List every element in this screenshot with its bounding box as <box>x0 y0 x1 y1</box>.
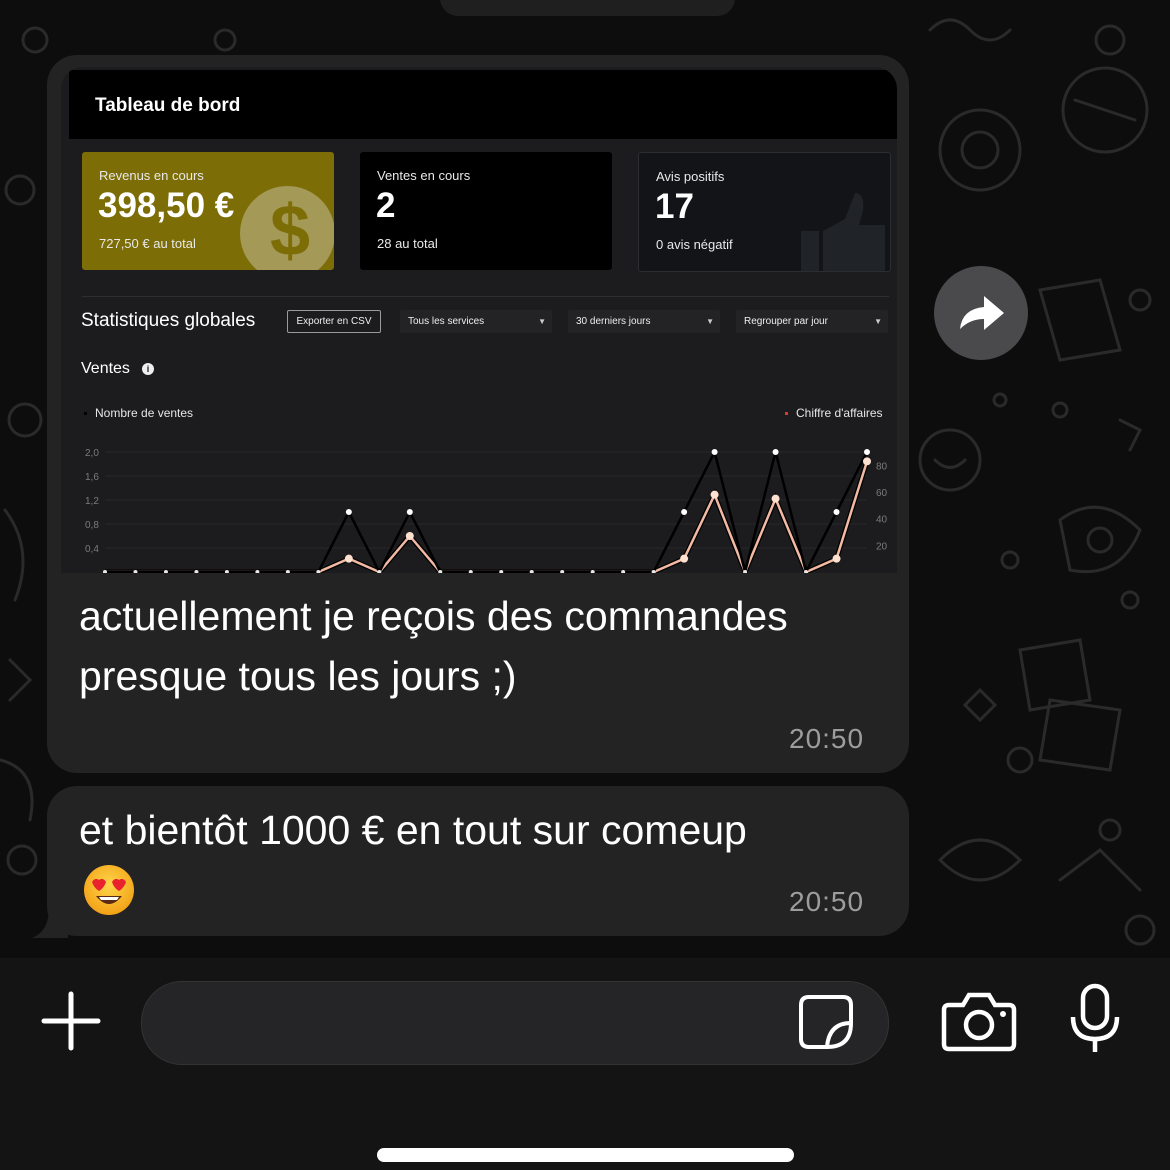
y-left-tick-label: 0,8 <box>85 520 99 531</box>
microphone-icon[interactable] <box>1067 983 1123 1055</box>
plus-icon[interactable] <box>38 988 104 1054</box>
y-right-tick-label: 80 <box>876 461 888 472</box>
sales-point <box>772 449 779 455</box>
sales-chart: 2,0 1,6 1,2 0,8 0,4 80 60 40 20 <box>85 448 888 573</box>
y-right-tick-label: 20 <box>876 541 888 552</box>
y-left-tick-label: 0,4 <box>85 544 99 555</box>
sales-point <box>833 509 840 515</box>
y-right-tick-label: 40 <box>876 515 888 526</box>
y-left-tick-label: 2,0 <box>85 448 99 459</box>
heart-eyes-emoji <box>84 865 134 915</box>
forward-button[interactable] <box>934 266 1028 360</box>
sales-point <box>711 449 718 455</box>
revenue-point <box>405 532 414 540</box>
y-left-tick-label: 1,2 <box>85 496 99 507</box>
forward-arrow-icon <box>960 296 1004 330</box>
date-pill <box>440 0 735 16</box>
home-indicator <box>377 1148 794 1162</box>
message-time-1: 20:50 <box>789 723 865 754</box>
revenue-point <box>710 490 719 499</box>
y-right-tick-label: 60 <box>876 488 888 499</box>
sticker-icon[interactable] <box>797 993 855 1051</box>
revenue-point <box>771 494 780 503</box>
message-input[interactable] <box>141 981 889 1065</box>
revenue-point <box>344 554 353 563</box>
message-text-2: et bientôt 1000 € en tout sur comeup <box>79 807 747 853</box>
sales-point <box>406 509 413 515</box>
revenue-point <box>680 554 689 563</box>
sales-point <box>681 509 688 515</box>
camera-icon[interactable] <box>941 991 1017 1053</box>
revenue-line <box>105 460 869 573</box>
shared-screenshot[interactable]: Tableau de bord $ Revenus en cours 398,5… <box>61 67 897 573</box>
y-left-tick-label: 1,6 <box>85 472 99 483</box>
message-text-1: actuellement je reçois des commandes pre… <box>79 593 788 699</box>
message-time-2: 20:50 <box>789 886 865 917</box>
sales-point <box>864 449 870 455</box>
sales-point <box>345 509 352 515</box>
revenue-point <box>832 554 841 563</box>
revenue-point <box>863 457 871 466</box>
